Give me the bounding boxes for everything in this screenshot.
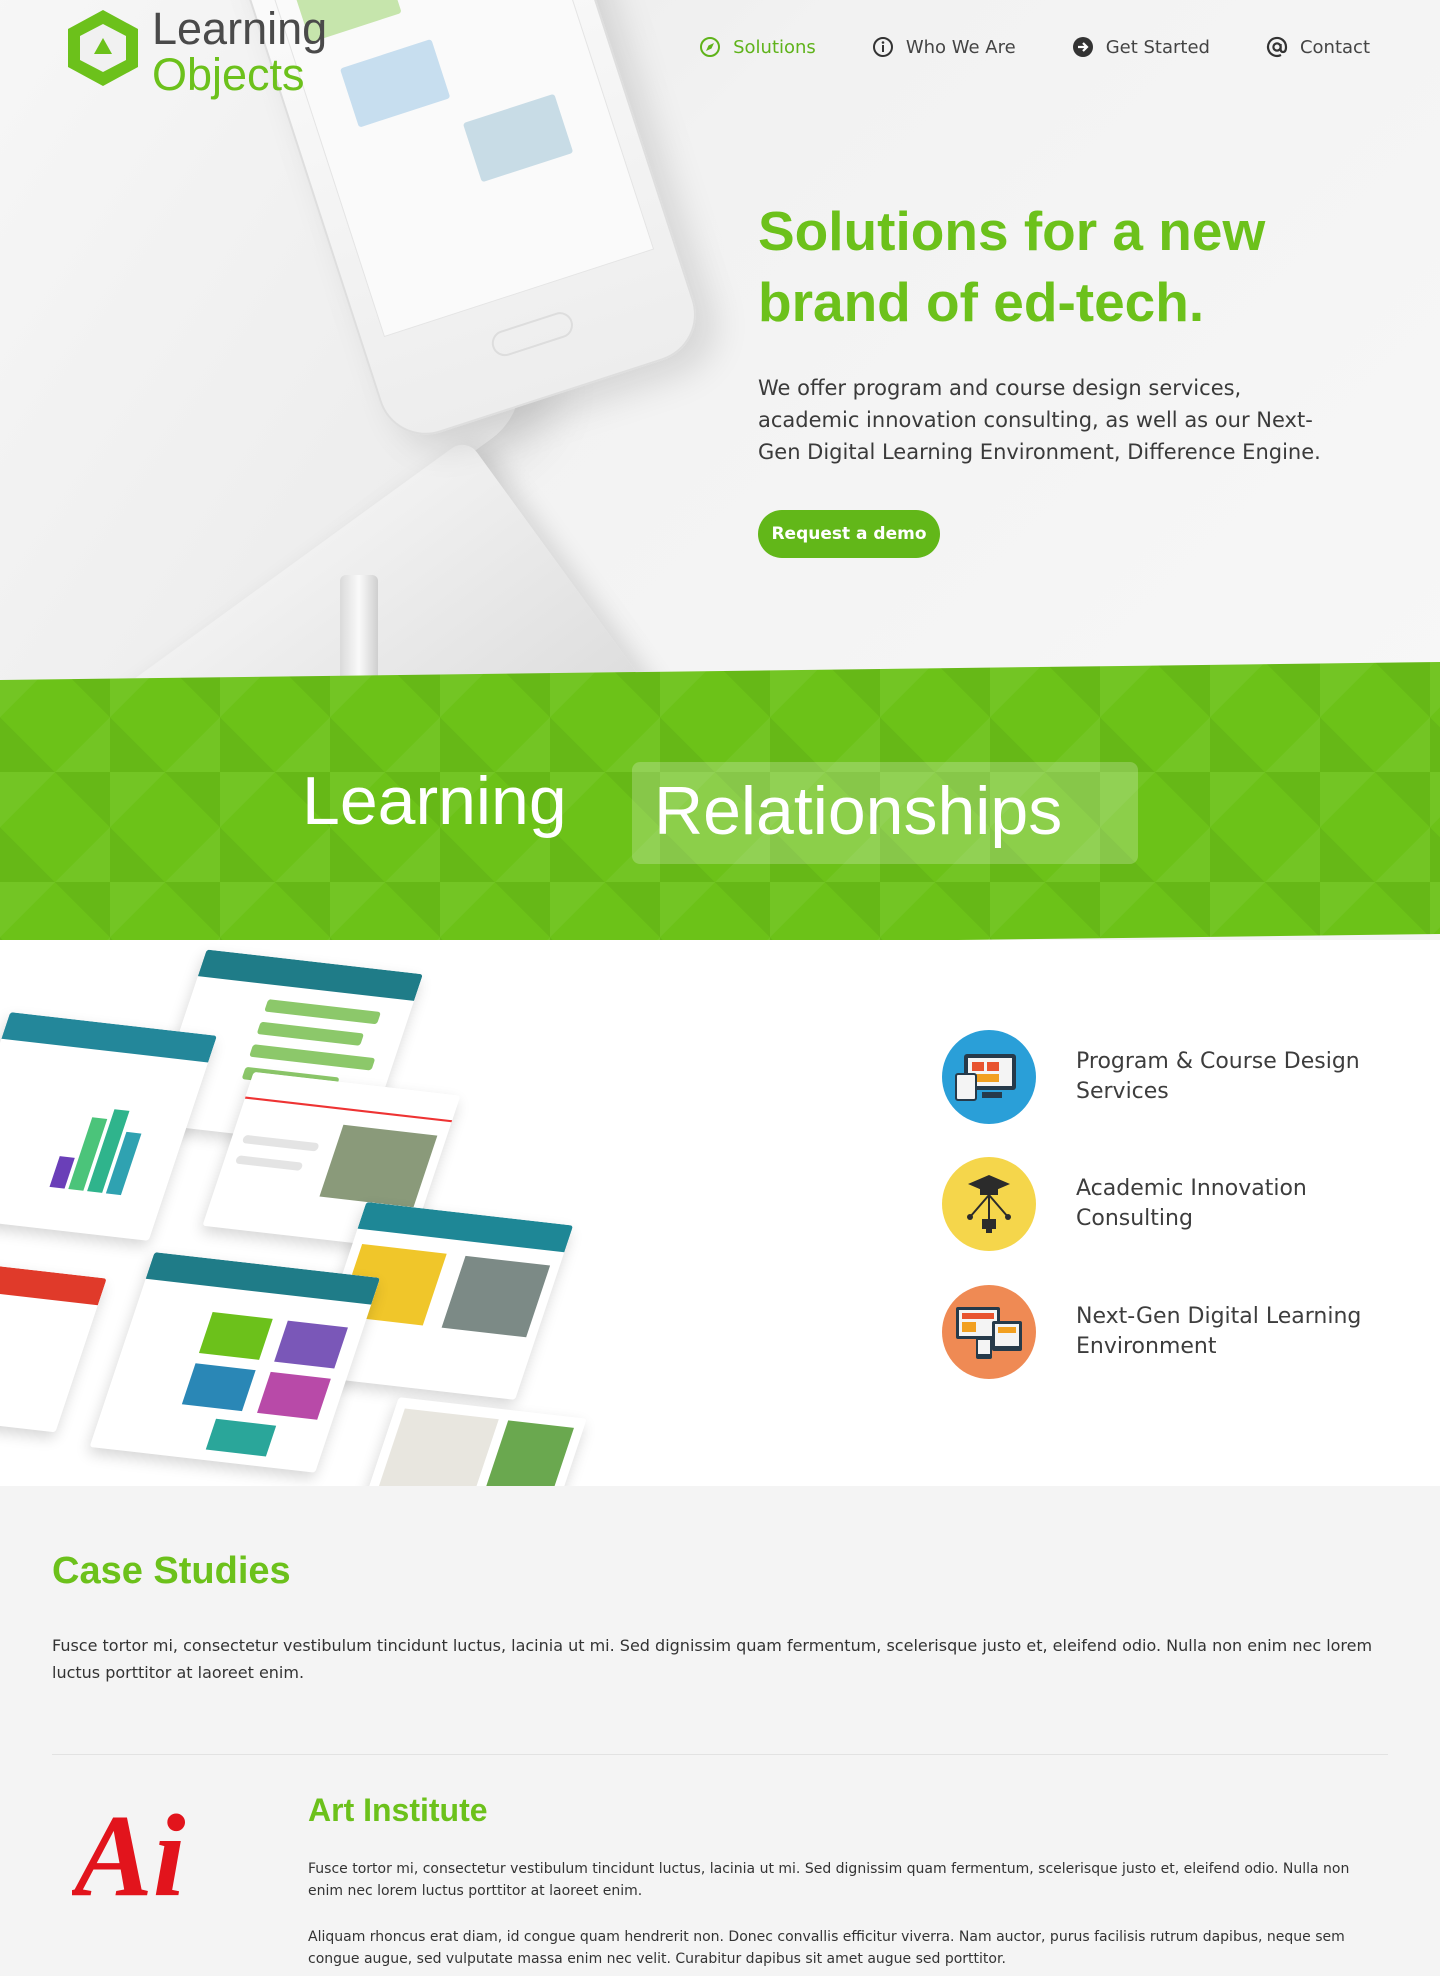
responsive-screens-icon (942, 1285, 1036, 1379)
logo-text-line1: Learning (152, 3, 328, 54)
service-next-gen-dle[interactable]: Next-Gen Digital Learning Environment (942, 1285, 1366, 1379)
learning-relationships-banner: Learning Relationships (0, 662, 1440, 952)
hero-title: Solutions for a new brand of ed-tech. (758, 200, 1266, 333)
case-art-institute-paragraph-1: Fusce tortor mi, consectetur vestibulum … (308, 1861, 1350, 1899)
nav-contact-label: Contact (1299, 36, 1370, 58)
banner-word-relationships: Relationships (654, 773, 1063, 849)
service-academic-innovation[interactable]: Academic Innovation Consulting (942, 1157, 1366, 1251)
nav-who-we-are[interactable]: Who We Are (872, 36, 1016, 58)
app-screenshots-collage (0, 940, 906, 1486)
case-art-institute-paragraph-2: Aliquam rhoncus erat diam, id congue qua… (308, 1929, 1345, 1967)
service-program-course-design[interactable]: Program & Course Design Services (942, 1030, 1366, 1124)
case-studies-description: Fusce tortor mi, consectetur vestibulum … (52, 1636, 1373, 1682)
logo-text-line2: Objects (152, 49, 305, 100)
art-institute-logo-text: Ai (72, 1793, 186, 1908)
graduation-cap-icon (942, 1157, 1036, 1251)
compass-icon (700, 37, 721, 57)
arrow-right-circle-icon (1072, 37, 1093, 57)
main-nav: Solutions Who We Are Get Started Contact (643, 36, 1370, 58)
art-institute-logo[interactable]: Ai (72, 1793, 232, 1908)
hero-section: Learning Objects Solutions Who We Are Ge… (0, 0, 1440, 700)
hero-description: We offer program and course design servi… (758, 376, 1321, 464)
flowers-card (357, 1397, 587, 1486)
hexagon-logo-icon (68, 10, 138, 86)
nav-contact[interactable]: Contact (1266, 36, 1370, 58)
nav-solutions-label: Solutions (733, 36, 816, 58)
nav-get-started-label: Get Started (1105, 36, 1210, 58)
nav-who-we-are-label: Who We Are (905, 36, 1016, 58)
case-studies-divider (52, 1754, 1388, 1755)
at-sign-icon (1266, 36, 1288, 58)
request-demo-button[interactable]: Request a demo (758, 510, 940, 558)
nav-get-started[interactable]: Get Started (1072, 36, 1210, 58)
devices-icon (942, 1030, 1036, 1124)
intro-to-web-design-card (89, 1252, 381, 1473)
feedback-card (0, 1257, 107, 1433)
case-studies-title: Case Studies (52, 1550, 291, 1592)
info-icon (872, 37, 893, 57)
site-logo[interactable]: Learning Objects (64, 3, 328, 98)
service-next-gen-dle-label: Next-Gen Digital Learning Environment (1076, 1304, 1362, 1359)
service-program-course-design-label: Program & Course Design Services (1076, 1049, 1360, 1104)
class-average-chart-card (0, 1012, 217, 1241)
case-art-institute-title: Art Institute (308, 1792, 488, 1828)
nav-solutions[interactable]: Solutions (699, 36, 816, 58)
banner-word-learning: Learning (302, 763, 567, 839)
phone-home-button (488, 308, 577, 360)
service-academic-innovation-label: Academic Innovation Consulting (1076, 1176, 1307, 1231)
